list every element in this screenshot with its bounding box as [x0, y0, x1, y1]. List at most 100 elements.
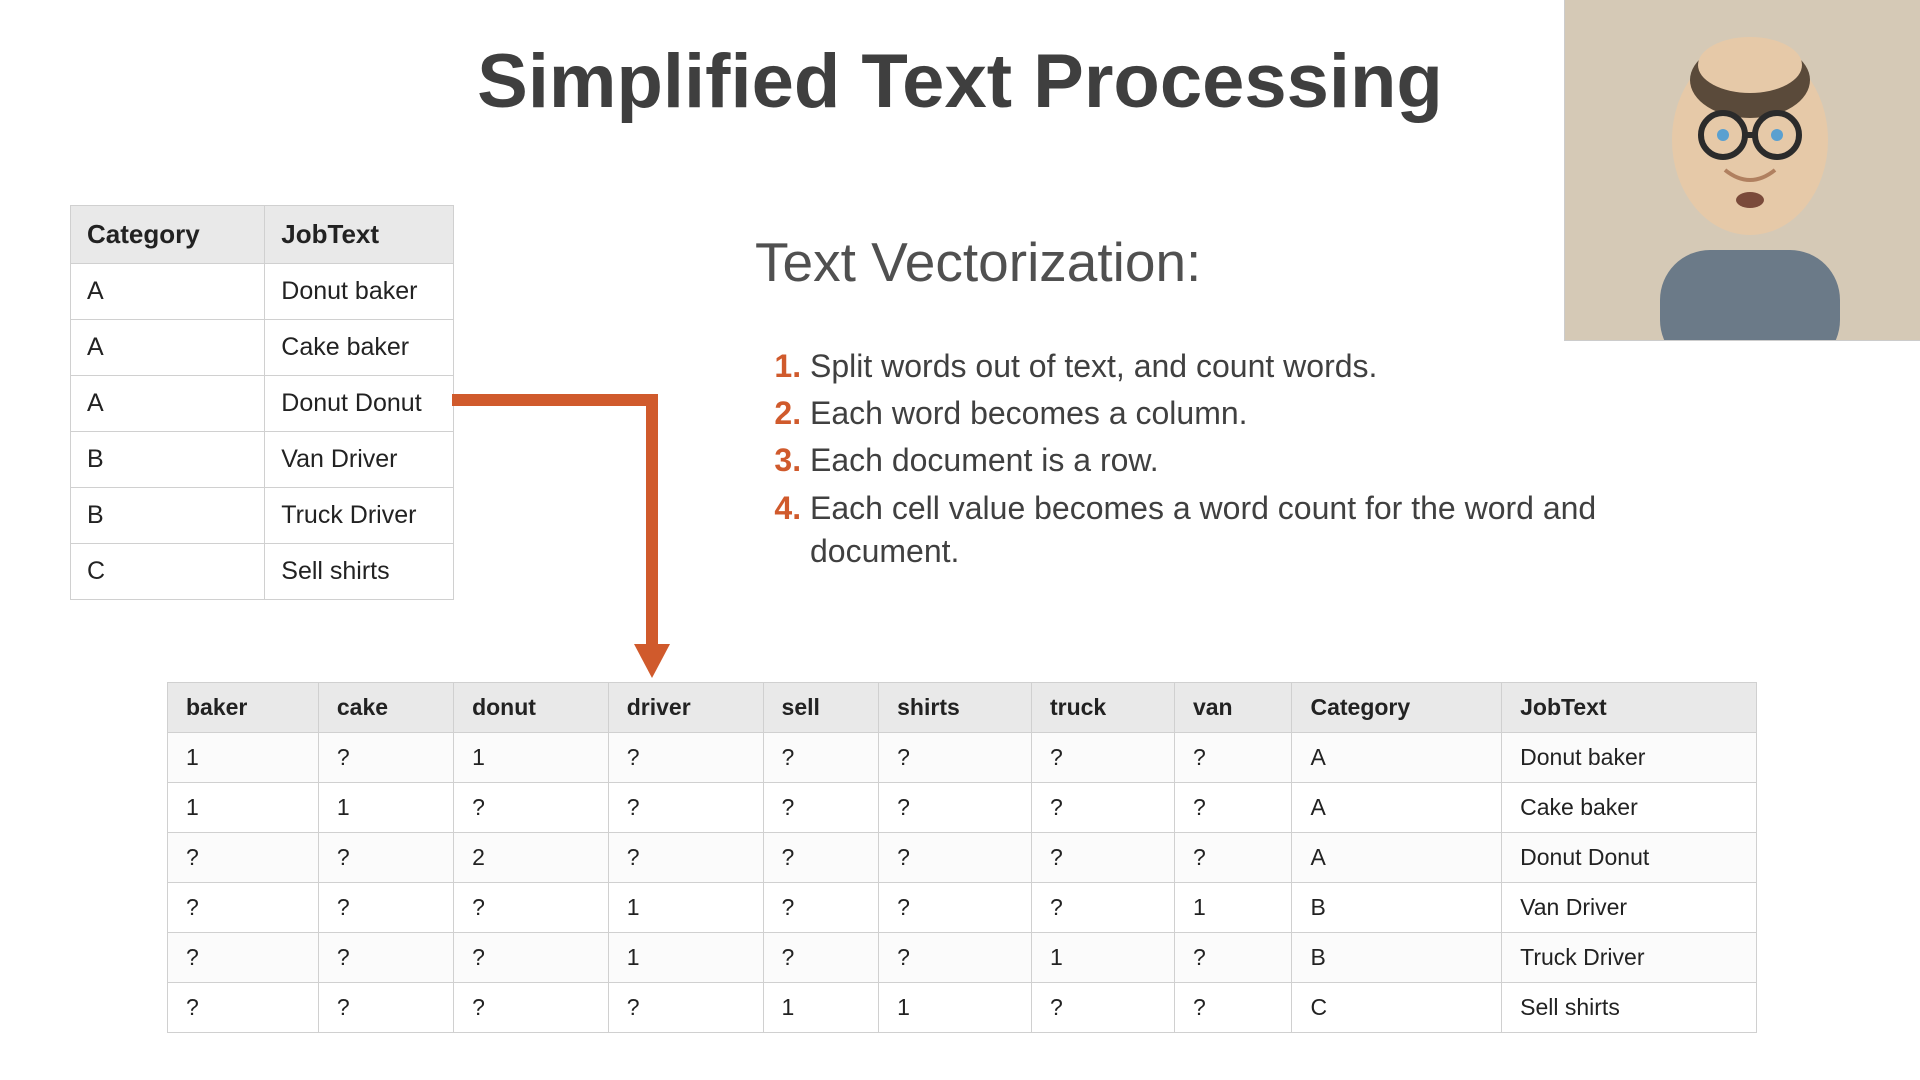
cell: 1 — [763, 983, 879, 1033]
col-header: cake — [318, 683, 453, 733]
presenter-webcam — [1564, 0, 1920, 341]
cell: ? — [608, 733, 763, 783]
cell: ? — [1174, 833, 1292, 883]
cell: ? — [168, 983, 319, 1033]
col-header: baker — [168, 683, 319, 733]
cell: ? — [763, 833, 879, 883]
table-row: A Donut baker — [71, 264, 454, 320]
table-row: ? ? 2 ? ? ? ? ? A Donut Donut — [168, 833, 1757, 883]
col-header: donut — [454, 683, 609, 733]
cell: C — [1292, 983, 1502, 1033]
table-row: C Sell shirts — [71, 544, 454, 600]
cell: ? — [1031, 833, 1174, 883]
cell: A — [1292, 733, 1502, 783]
cell: A — [1292, 833, 1502, 883]
cell: Donut Donut — [265, 376, 454, 432]
cell: 1 — [1174, 883, 1292, 933]
cell: ? — [879, 933, 1032, 983]
cell: Truck Driver — [1502, 933, 1757, 983]
cell: A — [1292, 783, 1502, 833]
cell: 1 — [608, 933, 763, 983]
cell: ? — [454, 983, 609, 1033]
cell: Cake baker — [1502, 783, 1757, 833]
col-header-category: Category — [71, 206, 265, 264]
table-row: ? ? ? 1 ? ? ? 1 B Van Driver — [168, 883, 1757, 933]
cell: Truck Driver — [265, 488, 454, 544]
cell: ? — [318, 883, 453, 933]
cell: ? — [879, 883, 1032, 933]
cell: Sell shirts — [1502, 983, 1757, 1033]
cell: Sell shirts — [265, 544, 454, 600]
cell: ? — [454, 883, 609, 933]
cell: ? — [318, 983, 453, 1033]
cell: Donut baker — [1502, 733, 1757, 783]
cell: ? — [318, 733, 453, 783]
cell: ? — [168, 833, 319, 883]
cell: ? — [1031, 883, 1174, 933]
cell: Donut baker — [265, 264, 454, 320]
col-header: van — [1174, 683, 1292, 733]
table-row: baker cake donut driver sell shirts truc… — [168, 683, 1757, 733]
list-item: Split words out of text, and count words… — [810, 345, 1710, 388]
table-row: B Truck Driver — [71, 488, 454, 544]
cell: ? — [608, 833, 763, 883]
cell: ? — [168, 883, 319, 933]
cell: A — [71, 320, 265, 376]
cell: ? — [879, 833, 1032, 883]
table-row: A Cake baker — [71, 320, 454, 376]
steps-list: Split words out of text, and count words… — [760, 345, 1710, 577]
table-row: 1 1 ? ? ? ? ? ? A Cake baker — [168, 783, 1757, 833]
cell: 1 — [879, 983, 1032, 1033]
table-row: A Donut Donut — [71, 376, 454, 432]
col-header: sell — [763, 683, 879, 733]
cell: B — [71, 432, 265, 488]
col-header-jobtext: JobText — [265, 206, 454, 264]
cell: 1 — [318, 783, 453, 833]
col-header: shirts — [879, 683, 1032, 733]
cell: 1 — [168, 783, 319, 833]
cell: ? — [608, 983, 763, 1033]
cell: B — [1292, 883, 1502, 933]
arrow-icon — [452, 392, 692, 682]
cell: ? — [763, 733, 879, 783]
cell: ? — [1031, 733, 1174, 783]
col-header: driver — [608, 683, 763, 733]
cell: Van Driver — [1502, 883, 1757, 933]
list-item: Each document is a row. — [810, 439, 1710, 482]
cell: 1 — [168, 733, 319, 783]
cell: ? — [1174, 733, 1292, 783]
cell: A — [71, 376, 265, 432]
cell: B — [71, 488, 265, 544]
table-row: ? ? ? ? 1 1 ? ? C Sell shirts — [168, 983, 1757, 1033]
cell: ? — [454, 933, 609, 983]
cell: ? — [1174, 933, 1292, 983]
cell: ? — [763, 883, 879, 933]
cell: ? — [608, 783, 763, 833]
cell: ? — [318, 933, 453, 983]
col-header: Category — [1292, 683, 1502, 733]
table-row: B Van Driver — [71, 432, 454, 488]
cell: A — [71, 264, 265, 320]
section-heading: Text Vectorization: — [755, 230, 1201, 294]
cell: Donut Donut — [1502, 833, 1757, 883]
cell: ? — [1174, 783, 1292, 833]
cell: 1 — [608, 883, 763, 933]
table-row: ? ? ? 1 ? ? 1 ? B Truck Driver — [168, 933, 1757, 983]
cell: ? — [763, 933, 879, 983]
col-header: truck — [1031, 683, 1174, 733]
table-row: 1 ? 1 ? ? ? ? ? A Donut baker — [168, 733, 1757, 783]
cell: Cake baker — [265, 320, 454, 376]
cell: ? — [1174, 983, 1292, 1033]
cell: ? — [168, 933, 319, 983]
result-table: baker cake donut driver sell shirts truc… — [167, 682, 1757, 1033]
slide: Simplified Text Processing Category JobT… — [0, 0, 1920, 1080]
cell: 1 — [454, 733, 609, 783]
cell: C — [71, 544, 265, 600]
list-item: Each word becomes a column. — [810, 392, 1710, 435]
cell: 2 — [454, 833, 609, 883]
cell: ? — [1031, 983, 1174, 1033]
cell: 1 — [1031, 933, 1174, 983]
presenter-icon — [1565, 0, 1920, 340]
cell: ? — [879, 733, 1032, 783]
cell: ? — [1031, 783, 1174, 833]
